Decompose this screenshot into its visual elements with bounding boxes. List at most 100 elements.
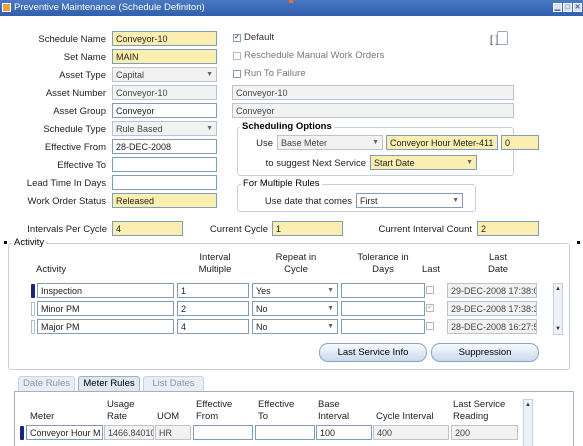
reschedule-checkbox[interactable] — [233, 52, 241, 60]
col-effective-from: Effective From — [196, 399, 233, 422]
activity-last-checkbox[interactable]: ✓ — [426, 304, 434, 312]
intervals-per-cycle-field[interactable]: 4 — [112, 221, 183, 236]
col-interval-multiple: Interval Multiple — [198, 252, 232, 275]
meter-rules-scrollbar[interactable]: ▲ — [523, 399, 533, 446]
activity-scrollbar[interactable]: ▲ ▼ — [553, 283, 563, 335]
activity-tolerance[interactable] — [341, 319, 425, 334]
activity-last-checkbox[interactable] — [426, 286, 434, 294]
meter-base-interval[interactable]: 100 — [316, 425, 372, 440]
meter-effective-from[interactable] — [193, 425, 253, 440]
col-cycle-interval: Cycle Interval — [376, 411, 434, 422]
meter-number-field[interactable]: 0 — [501, 135, 539, 150]
work-order-status-label: Work Order Status — [27, 196, 107, 207]
suggest-service-select[interactable]: Start Date ▼ — [370, 155, 477, 170]
activity-repeat-select[interactable]: No ▼ — [252, 301, 338, 316]
schedule-name-label: Schedule Name — [38, 34, 106, 45]
asset-number-field[interactable]: Conveyor-10 — [112, 85, 217, 100]
activity-repeat-select[interactable]: Yes ▼ — [252, 283, 338, 298]
row-selector[interactable] — [31, 320, 35, 334]
dropdown-arrow-icon: ▼ — [327, 305, 334, 312]
meter-uom: HR — [155, 425, 191, 440]
scroll-up-icon[interactable]: ▲ — [554, 285, 562, 293]
activity-interval[interactable]: 4 — [177, 319, 249, 334]
activity-name[interactable]: Inspection — [37, 283, 174, 298]
schedule-name-field[interactable]: Conveyor-10 — [112, 31, 217, 46]
dropdown-arrow-icon: ▼ — [206, 125, 213, 132]
effective-to-field[interactable] — [112, 157, 217, 172]
work-order-status-field[interactable]: Released — [112, 193, 217, 208]
activity-interval[interactable]: 1 — [177, 283, 249, 298]
tab-list-dates[interactable]: List Dates — [143, 376, 204, 391]
close-button[interactable]: ✕ — [573, 3, 582, 12]
asset-number-description: Conveyor-10 — [232, 85, 514, 100]
meter-name[interactable]: Conveyor Hour M — [26, 425, 103, 440]
activity-name[interactable]: Major PM — [37, 319, 174, 334]
activity-name[interactable]: Minor PM — [37, 301, 174, 316]
minimize-button[interactable]: ▁ — [553, 3, 562, 12]
window-title: Preventive Maintenance (Schedule Definit… — [14, 2, 205, 13]
activity-tolerance[interactable] — [341, 283, 425, 298]
last-service-info-button[interactable]: Last Service Info — [319, 343, 427, 362]
effective-from-label: Effective From — [44, 142, 106, 153]
row-selector[interactable] — [31, 302, 35, 316]
meter-effective-to[interactable] — [255, 425, 315, 440]
activity-interval[interactable]: 2 — [177, 301, 249, 316]
current-cycle-field[interactable]: 1 — [272, 221, 343, 236]
activity-last-date: 28-DEC-2008 16:27:56 — [447, 319, 537, 334]
activity-tolerance[interactable] — [341, 301, 425, 316]
schedule-type-value: Rule Based — [116, 124, 163, 134]
maximize-button[interactable]: □ — [563, 3, 572, 12]
current-interval-count-label: Current Interval Count — [378, 224, 472, 235]
dropdown-arrow-icon: ▼ — [327, 287, 334, 294]
col-last-service-reading: Last Service Reading — [453, 399, 506, 422]
current-row-marker[interactable] — [31, 284, 35, 298]
set-name-field[interactable]: MAIN — [112, 49, 217, 64]
schedule-type-select[interactable]: Rule Based ▼ — [112, 121, 217, 136]
current-row-marker[interactable] — [20, 426, 24, 440]
use-label: Use — [256, 138, 273, 149]
tab-date-rules[interactable]: Date Rules — [18, 376, 75, 391]
region-marker — [4, 241, 7, 244]
use-date-select[interactable]: First ▼ — [356, 193, 463, 208]
tab-meter-rules[interactable]: Meter Rules — [78, 376, 140, 391]
run-to-failure-checkbox[interactable] — [233, 70, 241, 78]
use-select[interactable]: Base Meter ▼ — [277, 135, 383, 150]
scroll-up-icon[interactable]: ▲ — [524, 401, 532, 409]
effective-to-label: Effective To — [57, 160, 106, 171]
folder-field-icon[interactable] — [497, 31, 508, 45]
meter-usage-rate: 1466.84010 — [104, 425, 154, 440]
asset-type-select[interactable]: Capital ▼ — [112, 67, 217, 82]
asset-group-description: Conveyor — [232, 103, 514, 118]
lead-time-field[interactable] — [112, 175, 217, 190]
schedule-type-label: Schedule Type — [43, 124, 106, 135]
activity-group-title: Activity — [12, 237, 47, 248]
meter-field[interactable]: Conveyor Hour Meter-411 — [386, 135, 498, 150]
effective-from-field[interactable]: 28-DEC-2008 — [112, 139, 217, 154]
dropdown-arrow-icon: ▼ — [452, 197, 459, 204]
asset-group-label: Asset Group — [53, 106, 106, 117]
activity-last-date: 29-DEC-2008 17:38:30 — [447, 301, 537, 316]
col-activity: Activity — [36, 264, 67, 275]
col-tolerance: Tolerance in Days — [357, 252, 409, 275]
asset-group-field[interactable]: Conveyor — [112, 103, 217, 118]
col-repeat-in-cycle: Repeat in Cycle — [275, 252, 317, 275]
suppression-button[interactable]: Suppression — [431, 343, 539, 362]
col-meter: Meter — [30, 411, 55, 422]
use-date-value: First — [360, 196, 378, 206]
activity-last-date: 29-DEC-2008 17:38:00 — [447, 283, 537, 298]
activity-repeat-value: No — [256, 322, 268, 332]
app-icon — [2, 3, 11, 12]
default-checkbox[interactable]: ✓ — [233, 34, 241, 42]
use-value: Base Meter — [281, 138, 328, 148]
scroll-down-icon[interactable]: ▼ — [554, 325, 562, 333]
asset-type-value: Capital — [116, 70, 145, 80]
run-to-failure-label: Run To Failure — [244, 68, 306, 79]
dropdown-arrow-icon: ▼ — [327, 323, 334, 330]
activity-last-checkbox[interactable] — [426, 322, 434, 330]
current-interval-count-field[interactable]: 2 — [477, 221, 539, 236]
activity-repeat-select[interactable]: No ▼ — [252, 319, 338, 334]
dropdown-arrow-icon: ▼ — [206, 71, 213, 78]
col-base-interval: Base Interval — [318, 399, 350, 422]
suggest-service-value: Start Date — [374, 158, 415, 168]
use-date-label: Use date that comes — [264, 196, 352, 207]
